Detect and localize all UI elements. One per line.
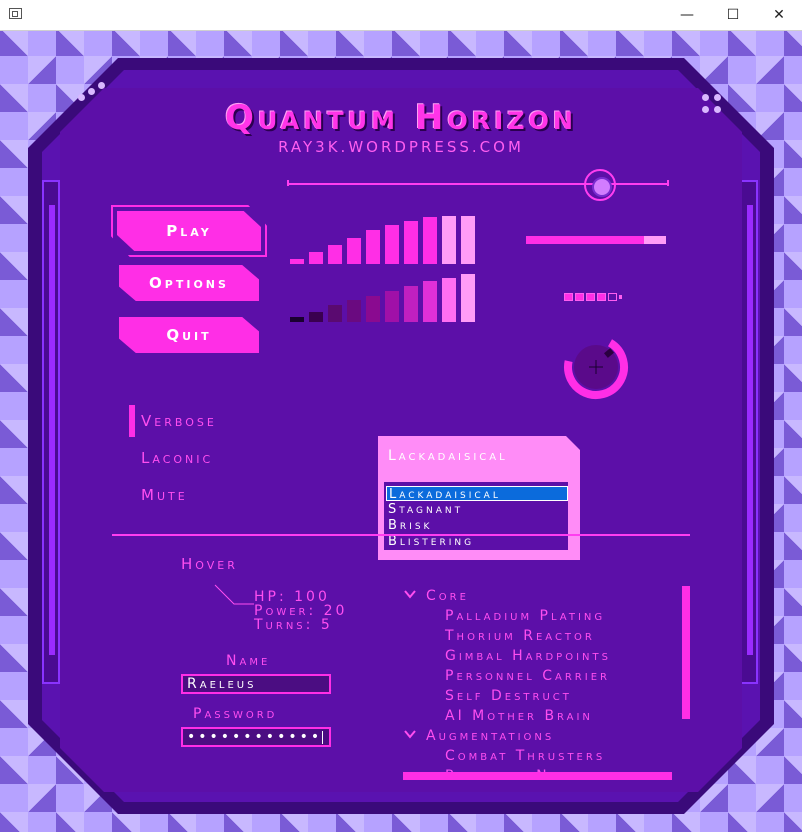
close-button[interactable]: ✕ [756,0,802,30]
minimize-button[interactable]: — [664,0,710,30]
tree-vertical-scrollbar[interactable] [682,586,690,719]
level-bar [347,300,361,322]
level-bar [461,274,475,322]
select-option[interactable]: Lackadaisical [386,486,568,502]
battery-cell [586,293,595,301]
maximize-button[interactable]: ☐ [710,0,756,30]
app-icon [9,8,22,19]
progress-bar [526,236,666,244]
battery-tip [619,295,622,299]
left-rail-slot [49,205,55,655]
tree-view: Core Palladium Plating Thorium Reactor G… [400,586,685,776]
level-bars-top [290,216,480,264]
name-input[interactable]: Raeleus [181,674,331,694]
tooltip-line: Power: 20 [254,603,348,619]
level-bar [290,259,304,264]
name-label: Name [226,653,271,669]
level-bar [461,216,475,264]
right-rail-slot [747,205,753,655]
select-option[interactable]: Stagnant [386,502,568,517]
app-subtitle: RAY3K.WORDPRESS.COM [278,138,524,156]
tooltip-line: Turns: 5 [254,617,333,633]
level-bar [347,238,361,264]
tree-node-core[interactable]: Core [426,588,469,604]
tree-item[interactable]: Self Destruct [445,688,572,704]
level-bar [309,312,323,322]
battery-indicator [564,293,626,303]
chevron-down-icon[interactable] [404,728,416,740]
text-cursor [322,730,324,744]
divider [112,534,690,536]
password-input[interactable]: •••••••••••• [181,727,331,747]
hover-label[interactable]: Hover [181,555,238,573]
level-bar [366,296,380,322]
tree-horizontal-scrollbar[interactable] [403,772,672,780]
tree-item[interactable]: Palladium Plating [445,608,605,624]
battery-cell [575,293,584,301]
name-input-value: Raeleus [187,676,257,692]
level-bar [442,216,456,264]
tree-item[interactable]: AI Mother Brain [445,708,593,724]
battery-cell [608,293,617,301]
tree-item[interactable]: Gimbal Hardpoints [445,648,611,664]
progress-fill [526,236,644,244]
password-input-value: •••••••••••• [187,729,323,745]
level-bar [423,281,437,322]
app-title: Quantum Horizon [224,98,578,138]
level-bar [423,217,437,264]
level-bar [366,230,380,264]
level-bar [290,317,304,322]
level-bar [328,245,342,264]
battery-cell [564,293,573,301]
tree-item[interactable]: Thorium Reactor [445,628,595,644]
battery-cell [597,293,606,301]
slider-knob[interactable] [584,169,617,201]
chevron-down-icon[interactable] [404,588,416,600]
play-button[interactable]: Play [117,211,261,251]
tree-item[interactable]: Personnel Carrier [445,668,610,684]
tooltip-leader-line [214,584,254,605]
quit-button[interactable]: Quit [119,317,259,353]
select-option[interactable]: Blistering [386,534,568,549]
tree-item[interactable]: Combat Thrusters [445,748,605,764]
tooltip-line: HP: 100 [254,589,330,605]
level-bar [404,221,418,264]
radio-selected-marker [129,405,135,437]
tree-node-augmentations[interactable]: Augmentations [426,728,554,744]
level-bar [309,252,323,264]
tooltip: HP: 100 Power: 20 Turns: 5 [254,590,347,632]
knob-dial[interactable] [561,332,631,402]
radio-laconic[interactable]: Laconic [141,449,213,467]
level-bar [328,305,342,322]
window-titlebar: — ☐ ✕ [0,0,802,31]
select-option[interactable]: Brisk [386,518,568,533]
level-bar [442,278,456,322]
radio-mute[interactable]: Mute [141,486,188,504]
password-label: Password [193,706,278,722]
radio-verbose[interactable]: Verbose [141,412,217,430]
options-button[interactable]: Options [119,265,259,301]
level-bar [404,286,418,322]
level-bar [385,291,399,322]
level-bars-bottom [290,274,480,322]
speed-select[interactable]: Lackadaisical [378,436,580,476]
level-bar [385,225,399,264]
